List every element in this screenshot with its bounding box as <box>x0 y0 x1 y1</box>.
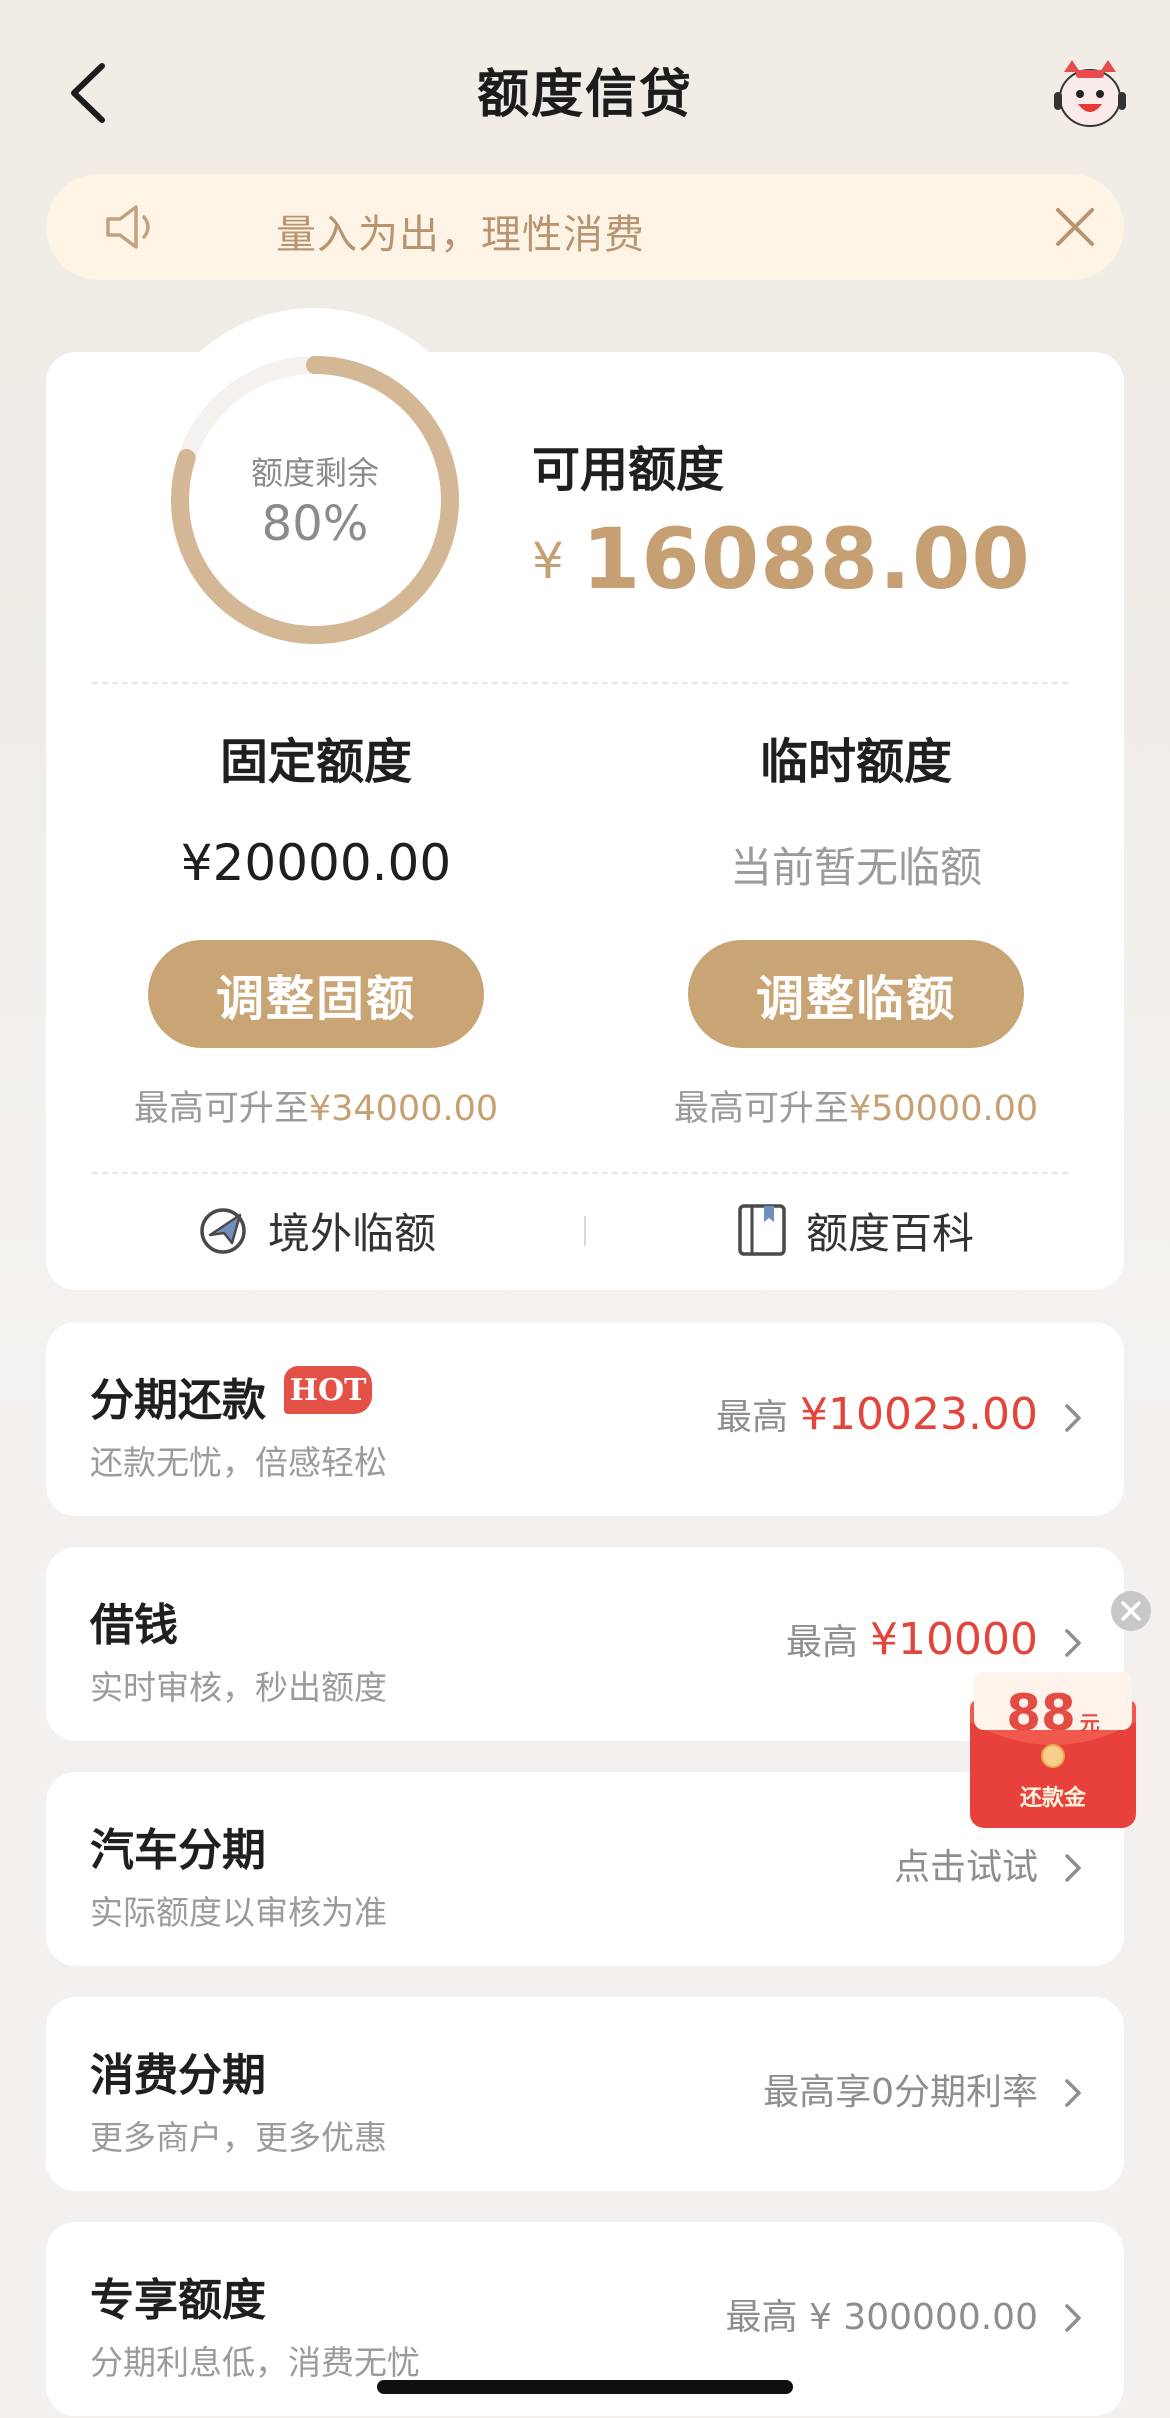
service-subtitle: 还款无忧，倍感轻松 <box>90 1443 387 1482</box>
service-right-text: 最高 ¥ 300000.00 <box>725 2297 1038 2338</box>
service-subtitle: 更多商户，更多优惠 <box>90 2118 387 2157</box>
packet-amount-unit: 元 <box>1079 1711 1100 1735</box>
customer-service-mascot-icon[interactable] <box>1050 58 1130 134</box>
chevron-right-icon <box>1065 2079 1081 2107</box>
adjust-temp-quota-button[interactable]: 调整临额 <box>688 940 1024 1048</box>
packet-amount-value: 88 <box>1006 1684 1076 1742</box>
header: 额度信贷 <box>0 0 1170 170</box>
packet-amount: 88 元 <box>966 1684 1140 1742</box>
chevron-right-icon <box>1065 1854 1081 1882</box>
service-subtitle: 实际额度以审核为准 <box>90 1893 387 1932</box>
service-max-amount: 最高 ¥10023.00 <box>716 1388 1038 1440</box>
book-icon <box>738 1204 786 1256</box>
service-title: 消费分期 <box>90 2050 266 2101</box>
chevron-right-icon <box>1065 1629 1081 1657</box>
note-prefix: 最高可升至 <box>673 1089 849 1129</box>
available-amount-value: 16088.00 <box>581 510 1031 608</box>
temp-quota-value: 当前暂无临额 <box>729 843 982 892</box>
globe-plane-icon <box>200 1208 246 1254</box>
note-amount: ¥50000.00 <box>848 1089 1039 1129</box>
max-value: ¥10000 <box>870 1614 1038 1665</box>
link-separator <box>584 1216 586 1246</box>
overseas-temp-quota-link[interactable]: 境外临额 <box>196 1198 436 1262</box>
divider <box>92 1172 1068 1174</box>
close-icon[interactable] <box>1050 202 1100 252</box>
car-installment-card[interactable]: 汽车分期 实际额度以审核为准 点击试试 <box>46 1772 1124 1966</box>
available-quota-label: 可用额度 <box>532 442 725 498</box>
fixed-quota-title: 固定额度 <box>219 734 412 790</box>
divider <box>92 682 1068 684</box>
temp-quota-max-note: 最高可升至¥50000.00 <box>586 1080 1126 1131</box>
floating-close-icon[interactable] <box>1110 1590 1152 1632</box>
max-prefix: 最高 <box>786 1622 859 1663</box>
borrow-money-card[interactable]: 借钱 实时审核，秒出额度 最高 ¥10000 <box>46 1547 1124 1741</box>
service-title: 借钱 <box>90 1600 178 1651</box>
speaker-icon <box>106 205 150 249</box>
page-title: 额度信贷 <box>476 65 693 125</box>
chevron-right-icon <box>1065 1404 1081 1432</box>
notice-bar: 量入为出，理性消费 <box>46 174 1124 280</box>
overseas-link-label: 境外临额 <box>268 1208 437 1258</box>
hot-badge: HOT <box>284 1366 372 1414</box>
consumer-installment-card[interactable]: 消费分期 更多商户，更多优惠 最高享0分期利率 <box>46 1997 1124 2191</box>
service-right-text: 最高享0分期利率 <box>763 2072 1038 2113</box>
note-prefix: 最高可升至 <box>133 1089 309 1129</box>
service-max-amount: 最高 ¥10000 <box>786 1613 1038 1665</box>
packet-label: 还款金 <box>1019 1786 1086 1811</box>
service-right-text: 点击试试 <box>893 1847 1038 1888</box>
service-title: 汽车分期 <box>90 1825 266 1876</box>
home-indicator <box>377 2380 793 2394</box>
quota-wiki-link[interactable]: 额度百科 <box>736 1198 974 1262</box>
adjust-fixed-quota-button[interactable]: 调整固额 <box>148 940 484 1048</box>
temp-quota-title: 临时额度 <box>759 734 952 790</box>
installment-repayment-card[interactable]: 分期还款 HOT 还款无忧，倍感轻松 最高 ¥10023.00 <box>46 1322 1124 1516</box>
note-amount: ¥34000.00 <box>308 1089 499 1129</box>
service-title: 分期还款 <box>90 1375 266 1426</box>
service-subtitle: 分期利息低，消费无忧 <box>90 2343 420 2382</box>
fixed-quota-value: ¥20000.00 <box>180 834 452 892</box>
max-prefix: 最高 <box>716 1397 789 1438</box>
service-title: 专享额度 <box>90 2275 266 2326</box>
service-subtitle: 实时审核，秒出额度 <box>90 1668 387 1707</box>
currency-symbol: ¥ <box>532 532 564 590</box>
ring-label: 额度剩余 <box>250 454 379 492</box>
wiki-link-label: 额度百科 <box>806 1208 975 1258</box>
chevron-right-icon <box>1065 2304 1081 2332</box>
max-value: ¥10023.00 <box>800 1389 1038 1440</box>
ring-percent: 80% <box>261 496 369 552</box>
fixed-quota-max-note: 最高可升至¥34000.00 <box>46 1080 586 1131</box>
notice-text: 量入为出，理性消费 <box>276 212 645 258</box>
available-quota-amount: ¥16088.00 <box>532 510 1031 608</box>
